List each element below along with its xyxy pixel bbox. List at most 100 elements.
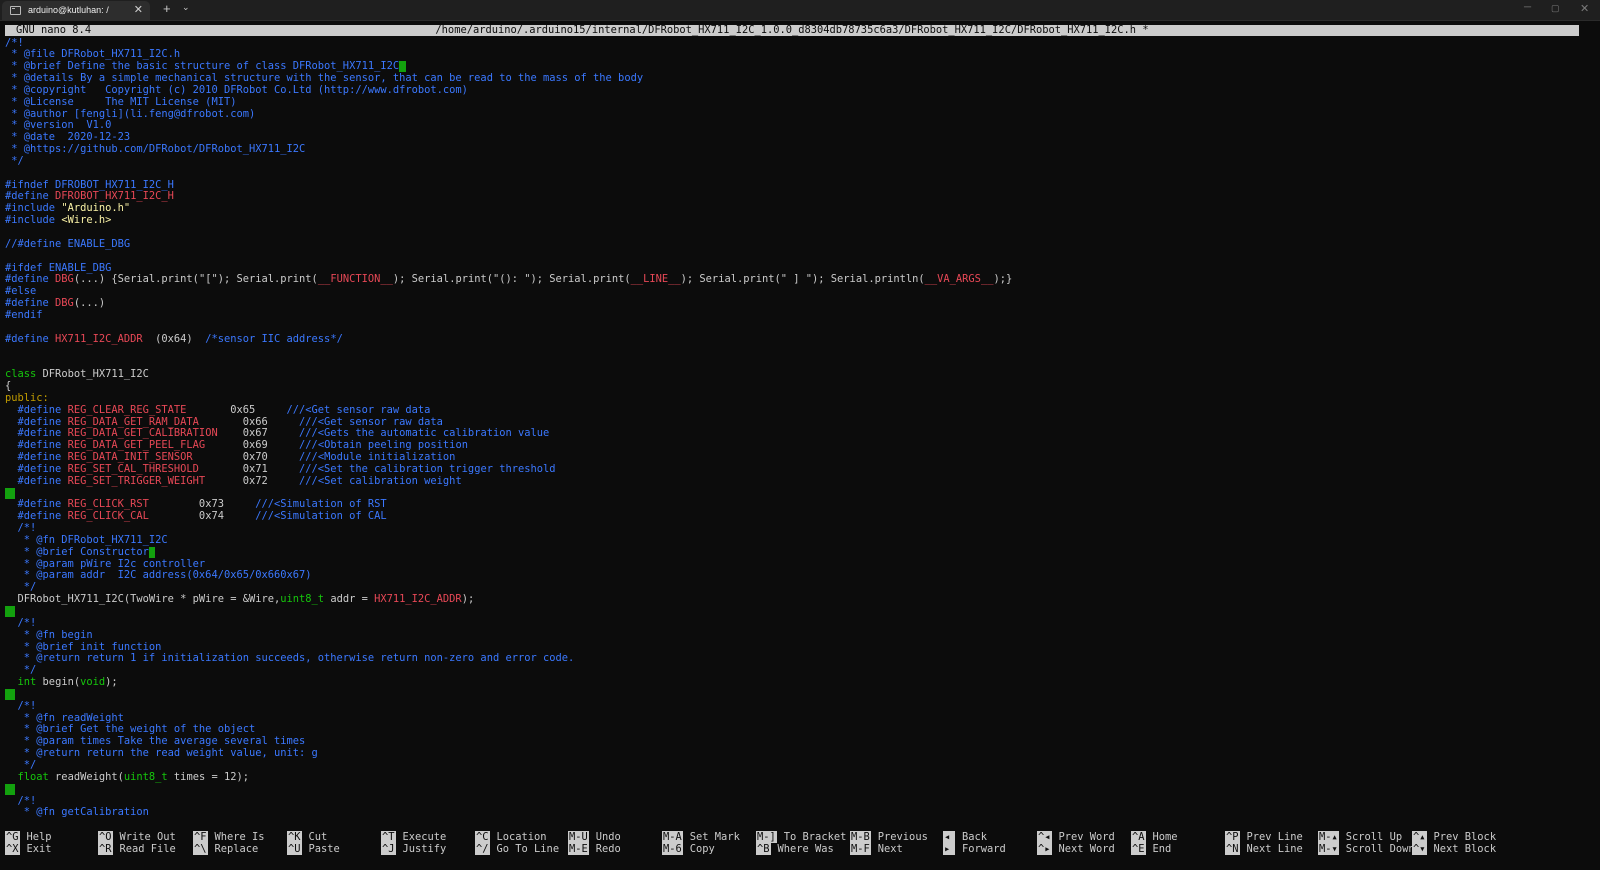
maximize-icon[interactable]: ▢ (1551, 3, 1560, 14)
code-token: DFRobot_HX711_I2C(TwoWire * pWire = &Wir… (5, 593, 281, 606)
code-token: 0x73 (148, 498, 256, 511)
code-token: //#define ENABLE_DBG (5, 237, 131, 250)
shortcut-key: ^R (98, 843, 113, 855)
editor-text-area[interactable]: /*! * @file DFRobot_HX711_I2C.h * @brief… (5, 37, 1585, 820)
code-token: #define (5, 510, 68, 523)
code-token: #define (5, 403, 68, 416)
shortcut-key: M-F (850, 843, 871, 855)
code-token: REG_DATA_GET_PEEL_FLAG (67, 439, 206, 452)
shortcut-prev-line: ^P Prev Line (1225, 831, 1303, 843)
nano-title-bar: /home/arduino/.arduino15/internal/DFRobo… (5, 25, 1579, 36)
shortcut-label: Home (1152, 831, 1178, 843)
file-path: /home/arduino/.arduino15/internal/DFRobo… (435, 24, 1149, 36)
shortcut-key: ^C (475, 831, 490, 843)
code-token: * @copyright Copyright (c) 2010 DFRobot … (5, 83, 468, 96)
code-token: __FUNCTION__ (317, 273, 393, 286)
code-token: );} (993, 273, 1013, 286)
shortcut-previous: M-B Previous (850, 831, 928, 843)
code-line (5, 783, 1585, 796)
chevron-down-icon[interactable]: ⌄ (182, 2, 190, 13)
code-token: 0x71 (198, 462, 300, 475)
code-token: /*! (5, 522, 37, 535)
tab-close-icon[interactable]: ✕ (134, 3, 143, 16)
shortcut-key: ^F (193, 831, 208, 843)
shortcut-label: Scroll Down (1345, 843, 1415, 855)
code-token: * @fn begin (5, 628, 93, 641)
code-token: REG_CLICK_CAL (67, 510, 149, 523)
close-window-icon[interactable]: ✕ (1580, 2, 1589, 15)
code-token: (...) (73, 297, 106, 310)
shortcut-label: End (1152, 843, 1172, 855)
terminal-tab[interactable]: arduino@kutluhan: / ✕ (2, 1, 150, 20)
code-token: float (17, 770, 49, 783)
code-token: ); Serial.print("(): "); Serial.print( (392, 273, 631, 286)
shortcut-redo: M-E Redo (568, 843, 621, 855)
code-token: readWeight( (48, 770, 124, 783)
code-token: HX711_I2C_ADDR (55, 332, 143, 345)
shortcut-key: ^B (756, 843, 771, 855)
shortcut-label: Where Was (777, 843, 834, 855)
shortcut-label: Location (496, 831, 547, 843)
shortcut-label: Next (877, 843, 903, 855)
shortcut-label: To Bracket (783, 831, 847, 843)
code-token: #include (5, 214, 62, 227)
shortcut-next: M-F Next (850, 843, 903, 855)
minimize-icon[interactable]: ─ (1524, 2, 1531, 13)
shortcut-label: Prev Line (1246, 831, 1303, 843)
code-line: #define REG_CLICK_CAL 0x74 ///<Simulatio… (5, 510, 1585, 523)
code-token: * @fn getCalibration (5, 806, 149, 819)
code-token: ///<Obtain peeling position (299, 439, 468, 452)
shortcut-key: ◂ (943, 831, 955, 843)
code-token: __VA_ARGS__ (924, 273, 994, 286)
shortcut-write-out: ^O Write Out (98, 831, 176, 843)
shortcut-label: Forward (962, 843, 1006, 855)
code-token: */ (5, 664, 37, 677)
code-token: ///<Set calibration weight (299, 474, 462, 487)
code-line: int begin(void); (5, 676, 1585, 689)
code-token: uint8_t (280, 593, 325, 606)
shortcut-label: Next Line (1246, 843, 1303, 855)
shortcut-label: Where Is (214, 831, 265, 843)
code-line: * @return return 1 if initialization suc… (5, 652, 1585, 665)
code-line: #define DBG(...) (5, 297, 1585, 310)
shortcut-end: ^E End (1131, 843, 1171, 855)
shortcut-label: Undo (595, 831, 621, 843)
blank-line-marker (5, 487, 15, 499)
shortcut-label: Replace (214, 843, 259, 855)
shortcut-key: M-B (850, 831, 871, 843)
code-token: */ (5, 154, 24, 167)
shortcut-label: Previous (877, 831, 928, 843)
blank-line-marker (5, 606, 15, 617)
shortcut-key: ▸ (943, 843, 955, 855)
new-tab-icon[interactable]: + (163, 1, 171, 16)
shortcut-copy: M-6 Copy (662, 843, 715, 855)
code-token: #define (5, 332, 56, 345)
code-token: DFROBOT_HX711_I2C_H (55, 190, 174, 203)
code-token: ///<Gets the automatic calibration value (299, 427, 550, 440)
code-token: void (80, 676, 106, 689)
shortcut-key: ^\ (193, 843, 208, 855)
code-line: { (5, 380, 1585, 393)
code-token: #define (5, 462, 68, 475)
shortcut-label: Set Mark (689, 831, 740, 843)
shortcut-forward: ▸ Forward (943, 843, 1006, 855)
code-line: #ifndef DFROBOT_HX711_I2C_H (5, 179, 1585, 192)
code-line: */ (5, 154, 1585, 168)
code-token: * @fn readWeight (5, 711, 124, 724)
code-token: #define (5, 297, 56, 310)
code-line: * @return return the read weight value, … (5, 747, 1585, 760)
shortcut-key: M-▴ (1318, 831, 1339, 843)
shortcut-label: Cut (308, 831, 328, 843)
shortcut-label: Exit (26, 843, 52, 855)
code-token: int (17, 676, 37, 689)
code-token: DFRobot_HX711_I2C (42, 368, 149, 381)
code-token: */ (5, 581, 37, 594)
code-line: */ (5, 664, 1585, 677)
code-token: class (5, 368, 43, 381)
shortcut-exit: ^X Exit (5, 843, 52, 855)
code-token: ///<Get sensor raw data (286, 403, 431, 416)
shortcut-label: Copy (689, 843, 715, 855)
